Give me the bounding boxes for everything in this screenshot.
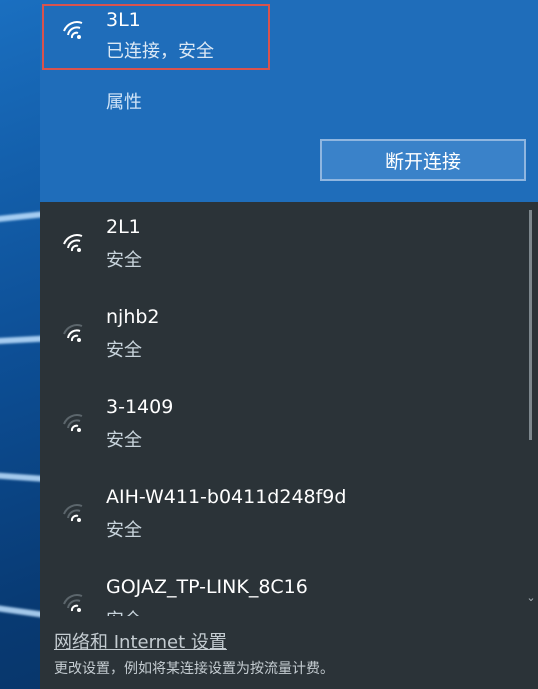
wifi-signal-icon [60,408,88,436]
connected-network-status: 已连接，安全 [106,41,214,62]
network-status: 安全 [106,340,142,361]
network-item-GOJAZ[interactable]: GOJAZ_TP-LINK_8C16 安全 [40,562,520,616]
connected-network-panel[interactable]: 3L1 已连接，安全 属性 断开连接 [40,0,538,202]
network-status: 安全 [106,250,142,271]
network-status: 安全 [106,430,142,451]
network-item-AIH-W411[interactable]: AIH-W411-b0411d248f9d 安全 [40,472,520,562]
network-list-scrollbar[interactable]: ⌄ [524,202,538,622]
network-item-2L1[interactable]: 2L1 安全 [40,202,520,292]
scrollbar-thumb[interactable] [529,210,532,440]
disconnect-button[interactable]: 断开连接 [320,139,526,181]
network-name: 3-1409 [106,396,174,418]
wifi-signal-icon [60,15,88,43]
wifi-signal-icon [60,588,88,616]
network-status: 安全 [106,520,142,541]
network-name: AIH-W411-b0411d248f9d [106,486,347,508]
settings-description: 更改设置，例如将某连接设置为按流量计费。 [54,661,334,677]
properties-link[interactable]: 属性 [106,88,142,114]
network-flyout: 3L1 已连接，安全 属性 断开连接 2L1 安全 njhb2 安全 3-140… [40,0,538,689]
network-internet-settings-link[interactable]: 网络和 Internet 设置 [54,628,227,654]
network-name: njhb2 [106,306,160,328]
wifi-signal-icon [60,498,88,526]
network-settings-footer: 网络和 Internet 设置 更改设置，例如将某连接设置为按流量计费。 [40,616,538,689]
connected-network-name: 3L1 [106,9,141,31]
network-item-3-1409[interactable]: 3-1409 安全 [40,382,520,472]
chevron-down-icon[interactable]: ⌄ [525,592,537,604]
network-name: GOJAZ_TP-LINK_8C16 [106,576,308,598]
wifi-signal-icon [60,318,88,346]
network-name: 2L1 [106,216,141,238]
network-item-njhb2[interactable]: njhb2 安全 [40,292,520,382]
network-status: 安全 [106,606,142,616]
wifi-signal-icon [60,228,88,256]
